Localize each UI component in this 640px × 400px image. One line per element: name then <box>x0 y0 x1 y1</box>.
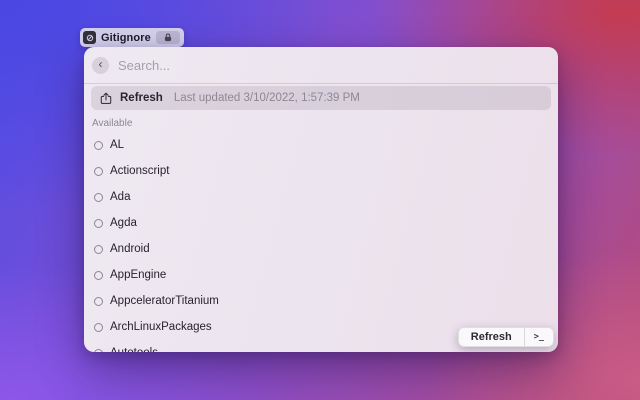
list-item[interactable]: Agda <box>84 210 558 236</box>
terminal-button[interactable]: >_ <box>525 328 553 346</box>
circle-unchecked-icon <box>94 192 103 202</box>
circle-unchecked-icon <box>94 244 103 254</box>
upload-arrow-icon <box>100 92 112 104</box>
list-item-label: Autotools <box>110 347 158 352</box>
circle-unchecked-icon <box>94 166 103 176</box>
list-item-label: ArchLinuxPackages <box>110 321 212 333</box>
section-header: Available <box>92 118 133 129</box>
lock-icon <box>164 33 171 42</box>
list-item-label: AL <box>110 139 125 151</box>
circle-unchecked-icon <box>94 348 103 352</box>
desktop-background: Gitignore ‹ Refresh Last updated 3/10/20… <box>0 0 640 400</box>
list-item-label: AppEngine <box>110 269 167 281</box>
list-item[interactable]: AppceleratorTitanium <box>84 288 558 314</box>
circle-unchecked-icon <box>94 322 103 332</box>
circle-unchecked-icon <box>94 270 103 280</box>
list-item-label: Actionscript <box>110 165 170 177</box>
chevron-left-icon: ‹ <box>98 57 103 71</box>
search-input[interactable] <box>118 57 545 73</box>
back-button[interactable]: ‹ <box>92 56 109 74</box>
list-item[interactable]: Ada <box>84 184 558 210</box>
raycast-window: ‹ Refresh Last updated 3/10/2022, 1:57:3… <box>84 47 558 352</box>
circle-unchecked-icon <box>94 218 103 228</box>
list-item-label: AppceleratorTitanium <box>110 295 219 307</box>
list-item[interactable]: AppEngine <box>84 262 558 288</box>
action-row-label: Refresh <box>120 92 163 104</box>
lock-badge <box>155 31 180 44</box>
extension-chip[interactable]: Gitignore <box>80 28 184 47</box>
gitignore-app-icon <box>83 31 96 44</box>
list-item-label: Agda <box>110 217 137 229</box>
refresh-button[interactable]: Refresh <box>459 328 524 346</box>
list-item[interactable]: Android <box>84 236 558 262</box>
terminal-prompt-icon: >_ <box>533 332 544 342</box>
list-item-label: Android <box>110 243 150 255</box>
available-list: AL Actionscript Ada Agda Android AppEngi… <box>84 132 558 352</box>
chip-label: Gitignore <box>101 31 151 44</box>
search-bar: ‹ <box>84 47 558 84</box>
action-row-detail: Last updated 3/10/2022, 1:57:39 PM <box>173 92 360 104</box>
circle-unchecked-icon <box>94 140 103 150</box>
list-item[interactable]: Actionscript <box>84 158 558 184</box>
refresh-action-row[interactable]: Refresh Last updated 3/10/2022, 1:57:39 … <box>91 86 551 110</box>
list-item-label: Ada <box>110 191 131 203</box>
circle-unchecked-icon <box>94 296 103 306</box>
action-bar: Refresh >_ <box>457 327 554 347</box>
list-item[interactable]: AL <box>84 132 558 158</box>
